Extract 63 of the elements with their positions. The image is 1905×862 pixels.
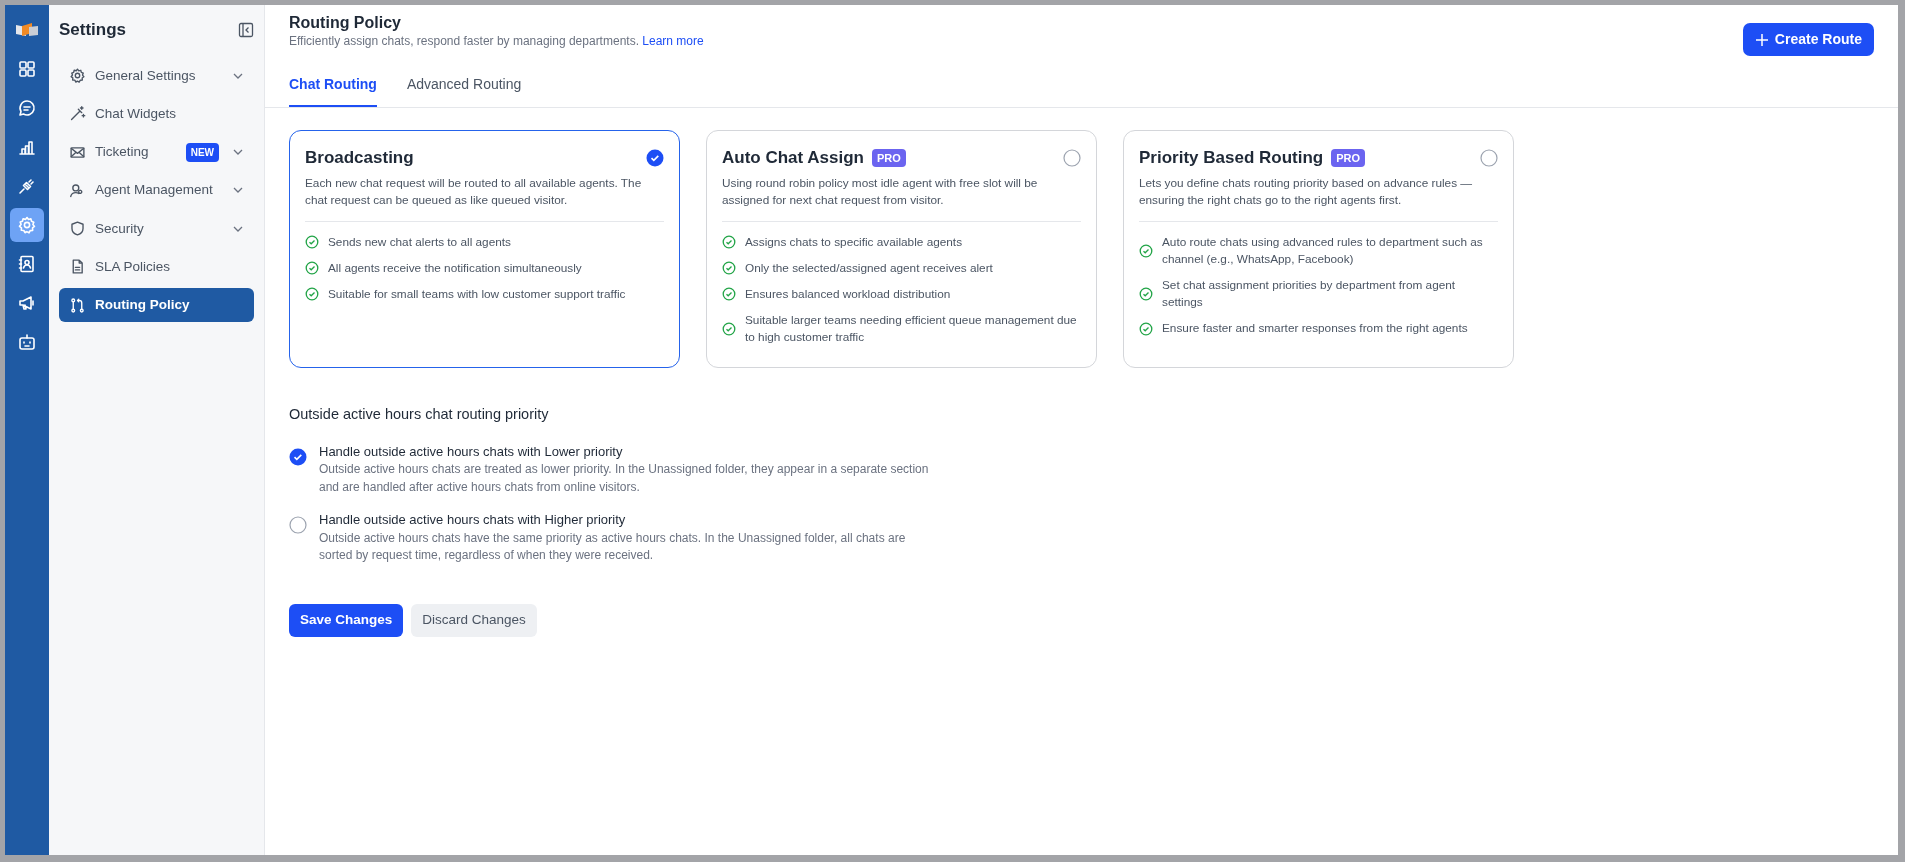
feature-text: Ensure faster and smarter responses from the right agents bbox=[1162, 320, 1468, 338]
routing-card[interactable] bbox=[289, 130, 680, 368]
section-title: Outside active hours chat routing priority bbox=[289, 405, 550, 424]
sidebar-item[interactable]: General Settings bbox=[59, 58, 254, 93]
page-subtitle: Efficiently assign chats, respond faster by managing departments. Learn more bbox=[289, 33, 704, 51]
check-circle-icon bbox=[722, 287, 736, 302]
sidebar-item[interactable]: Ticketing NEW bbox=[59, 135, 254, 170]
radio-button[interactable] bbox=[1480, 148, 1498, 167]
pro-badge: PRO bbox=[872, 148, 906, 167]
feature-text: Suitable for small teams with low customer support traffic bbox=[328, 285, 626, 303]
sidebar-item[interactable]: Agent Management bbox=[59, 173, 254, 208]
radio-button[interactable] bbox=[289, 447, 307, 466]
check-circle-icon bbox=[305, 261, 319, 276]
check-circle-icon bbox=[722, 235, 736, 250]
option-label: Handle outside active hours chats with Higher priority bbox=[319, 511, 627, 530]
check-circle-icon bbox=[722, 261, 736, 276]
gear-icon[interactable] bbox=[10, 208, 44, 242]
check-circle-icon bbox=[1139, 321, 1153, 336]
sidebar-item[interactable]: SLA Policies bbox=[59, 249, 254, 284]
shield-icon bbox=[69, 220, 86, 238]
option-description: Outside active hours chats are treated as lower priority. In the Unassigned folder, they appear in a separate section and are handled after active hours chats from online visitors. bbox=[319, 461, 929, 496]
radio-button[interactable] bbox=[1063, 148, 1081, 167]
tab[interactable]: Chat Routing bbox=[289, 68, 377, 107]
card-title: Broadcasting bbox=[305, 147, 414, 169]
create-route-button[interactable]: Create Route bbox=[1742, 23, 1874, 56]
plus-icon bbox=[1754, 32, 1769, 47]
new-badge: NEW bbox=[185, 142, 219, 162]
pro-badge: PRO bbox=[1331, 148, 1366, 167]
check-circle-icon bbox=[722, 322, 736, 337]
radio-button[interactable] bbox=[289, 516, 307, 535]
gear-icon bbox=[69, 67, 86, 85]
option-label: Handle outside active hours chats with Lower priority bbox=[319, 442, 624, 461]
sidebar-title: Settings bbox=[59, 19, 127, 41]
magic-wand-icon bbox=[69, 105, 86, 123]
check-circle-icon bbox=[305, 235, 319, 250]
feature-text: Set chat assignment priorities by department from agent settings bbox=[1162, 276, 1457, 311]
feature-text: Sends new chat alerts to all agents bbox=[328, 233, 511, 251]
feature-text: All agents receive the notification simultaneously bbox=[328, 259, 582, 277]
sidebar-item[interactable]: Chat Widgets bbox=[59, 96, 254, 131]
save-button[interactable]: Save Changes bbox=[289, 604, 404, 637]
sidebar-item[interactable]: Routing Policy bbox=[59, 288, 254, 323]
feature-text: Suitable larger teams needing efficient queue management due to high customer traffic bbox=[745, 311, 1078, 347]
feature-text: Only the selected/assigned agent receives alert bbox=[745, 259, 993, 277]
learn-more-link[interactable]: Learn more bbox=[642, 34, 704, 49]
feature-text: Assigns chats to specific available agents bbox=[745, 233, 963, 251]
tab[interactable]: Advanced Routing bbox=[406, 68, 522, 107]
card-title: Auto Chat Assign bbox=[722, 147, 864, 169]
collapse-sidebar-icon[interactable] bbox=[238, 21, 254, 38]
discard-button[interactable]: Discard Changes bbox=[411, 604, 537, 637]
feature-text: Auto route chats using advanced rules to department such as channel (e.g., WhatsApp, Facebook) bbox=[1162, 233, 1484, 268]
card-description: Using round robin policy most idle agent with free slot will be assigned for next chat request from visitor. bbox=[722, 174, 1039, 209]
card-description: Each new chat request will be routed to all available agents. The chat request can be queued as like queued visitor. bbox=[305, 174, 643, 209]
radio-button[interactable] bbox=[646, 148, 664, 167]
check-circle-icon bbox=[1139, 243, 1153, 258]
page-title: Routing Policy bbox=[289, 13, 402, 33]
check-circle-icon bbox=[305, 287, 319, 302]
card-title: Priority Based Routing bbox=[1139, 147, 1324, 169]
sidebar-item[interactable]: Security bbox=[59, 211, 254, 246]
route-icon bbox=[69, 296, 86, 314]
feature-text: Ensures balanced workload distribution bbox=[745, 285, 951, 303]
option-description: Outside active hours chats have the same priority as active hours chats. In the Unassigned folder, all chats are sorted by request time, regardless of when they were received. bbox=[319, 529, 907, 564]
check-circle-icon bbox=[1139, 286, 1153, 301]
card-description: Lets you define chats routing priority based on advance rules — ensuring the right chats go to the right agents first. bbox=[1139, 174, 1474, 209]
